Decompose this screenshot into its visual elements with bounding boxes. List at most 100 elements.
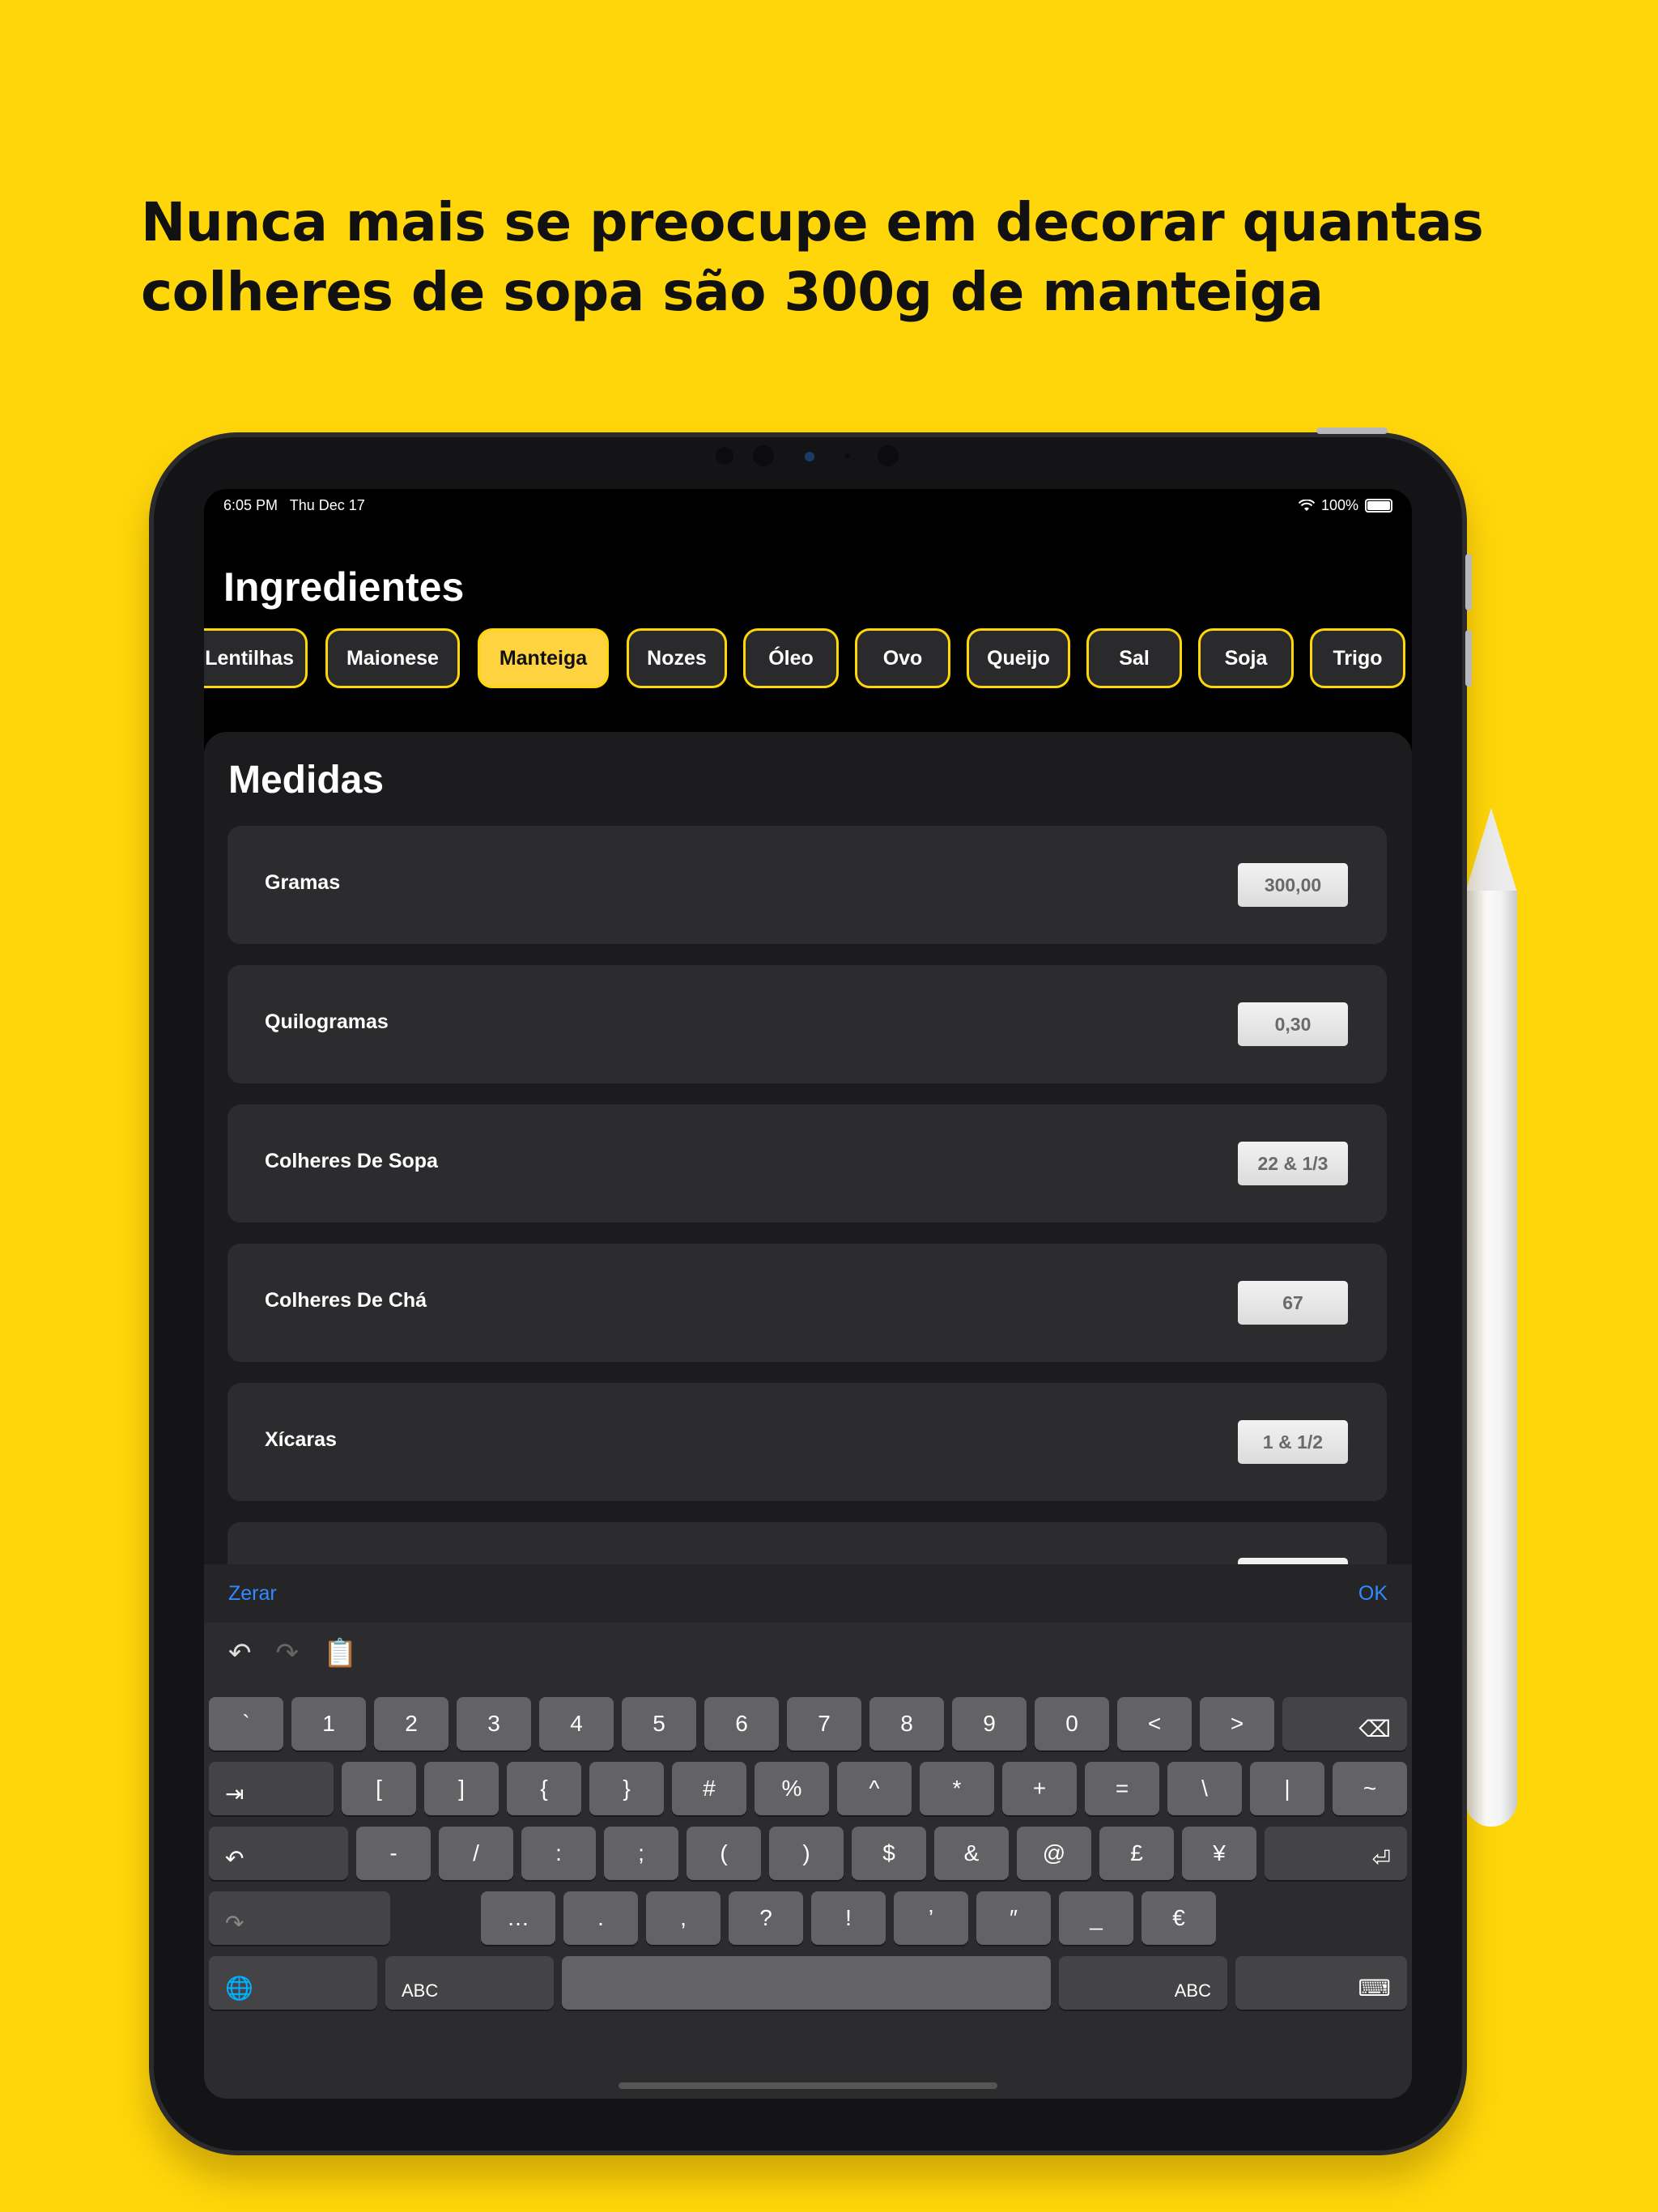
chip-nozes[interactable]: Nozes	[627, 628, 727, 688]
measure-value-field[interactable]: 67	[1238, 1281, 1348, 1325]
undo-key[interactable]: ↶	[209, 1827, 348, 1880]
abc-key-right[interactable]: ABC	[1059, 1956, 1227, 2010]
key[interactable]: )	[769, 1827, 844, 1880]
key[interactable]: ?	[729, 1891, 803, 1945]
globe-key[interactable]: 🌐	[209, 1956, 377, 2010]
key[interactable]: `	[209, 1697, 283, 1750]
key[interactable]: $	[852, 1827, 926, 1880]
measure-value-field[interactable]: 1 & 1/2	[1238, 1420, 1348, 1464]
measure-label: Colheres De Chá	[265, 1289, 427, 1312]
chip-maionese[interactable]: Maionese	[325, 628, 460, 688]
measure-row-quilogramas[interactable]: Quilogramas 0,30	[227, 965, 1387, 1083]
key[interactable]: ,	[646, 1891, 721, 1945]
key[interactable]: (	[687, 1827, 761, 1880]
chip-queijo[interactable]: Queijo	[967, 628, 1070, 688]
key[interactable]: 1	[291, 1697, 366, 1750]
key[interactable]: 9	[952, 1697, 1027, 1750]
ingredient-chips: Lentilhas Maionese Manteiga Nozes Óleo O…	[204, 628, 1412, 693]
key[interactable]: ;	[604, 1827, 678, 1880]
key[interactable]: €	[1141, 1891, 1216, 1945]
key[interactable]: +	[1002, 1762, 1077, 1815]
key[interactable]: 8	[869, 1697, 944, 1750]
measure-row-gramas[interactable]: Gramas 300,00	[227, 826, 1387, 944]
key[interactable]: …	[481, 1891, 555, 1945]
key[interactable]: <	[1117, 1697, 1192, 1750]
apple-pencil	[1465, 891, 1517, 1827]
key[interactable]: 3	[457, 1697, 531, 1750]
tab-icon: ⇥	[225, 1781, 244, 1806]
space-key[interactable]	[562, 1956, 1051, 2010]
measure-value-field[interactable]: 22 & 1/3	[1238, 1142, 1348, 1185]
status-bar: 6:05 PM Thu Dec 17 100%	[223, 496, 1392, 520]
chip-trigo[interactable]: Trigo	[1310, 628, 1405, 688]
keyboard: ↶ ↷ 📋 ` 1 2 3 4 5 6 7 8 9 0 < > ⌫ ⇥ [ ] …	[204, 1623, 1412, 2099]
key[interactable]: ″	[976, 1891, 1051, 1945]
key[interactable]: ’	[894, 1891, 968, 1945]
key[interactable]: >	[1200, 1697, 1274, 1750]
abc-key-left[interactable]: ABC	[385, 1956, 554, 2010]
key[interactable]: _	[1059, 1891, 1133, 1945]
measure-value-field[interactable]: 0,30	[1238, 1002, 1348, 1046]
key[interactable]: &	[934, 1827, 1009, 1880]
key[interactable]: ~	[1333, 1762, 1407, 1815]
volume-down-button	[1465, 630, 1472, 687]
chip-lentilhas[interactable]: Lentilhas	[204, 628, 308, 688]
key[interactable]: 5	[622, 1697, 696, 1750]
key[interactable]: 0	[1035, 1697, 1109, 1750]
undo-icon: ↶	[225, 1846, 244, 1871]
measure-row-xicaras[interactable]: Xícaras 1 & 1/2	[227, 1383, 1387, 1501]
chip-manteiga[interactable]: Manteiga	[478, 628, 609, 688]
home-indicator[interactable]	[619, 2082, 997, 2089]
reset-button[interactable]: Zerar	[228, 1582, 277, 1606]
key[interactable]: }	[589, 1762, 664, 1815]
keyboard-icon: ⌨	[1358, 1976, 1391, 2001]
key[interactable]: !	[811, 1891, 886, 1945]
key[interactable]: 2	[374, 1697, 449, 1750]
key[interactable]: %	[755, 1762, 829, 1815]
delete-key[interactable]: ⌫	[1282, 1697, 1407, 1750]
chip-soja[interactable]: Soja	[1198, 628, 1294, 688]
key[interactable]: *	[920, 1762, 994, 1815]
key[interactable]: -	[356, 1827, 431, 1880]
key[interactable]: |	[1250, 1762, 1324, 1815]
key[interactable]: :	[521, 1827, 596, 1880]
hide-keyboard-key[interactable]: ⌨	[1235, 1956, 1407, 2010]
battery-percent: 100%	[1320, 497, 1358, 513]
key[interactable]: £	[1099, 1827, 1174, 1880]
tab-key[interactable]: ⇥	[209, 1762, 334, 1815]
return-key[interactable]: ⏎	[1265, 1827, 1407, 1880]
measure-label: Colheres De Sopa	[265, 1150, 438, 1172]
measure-row-colheres-de-cha[interactable]: Colheres De Chá 67	[227, 1244, 1387, 1362]
key[interactable]: 4	[539, 1697, 614, 1750]
key[interactable]: {	[507, 1762, 581, 1815]
keyboard-shortcuts: ↶ ↷ 📋	[228, 1637, 357, 1670]
key[interactable]: ^	[837, 1762, 912, 1815]
status-date: Thu Dec 17	[289, 497, 365, 513]
key[interactable]: [	[342, 1762, 416, 1815]
key[interactable]: 7	[787, 1697, 861, 1750]
key[interactable]: =	[1085, 1762, 1159, 1815]
key[interactable]: /	[439, 1827, 513, 1880]
pencil-tip	[1465, 808, 1517, 892]
key[interactable]: .	[563, 1891, 638, 1945]
measure-row-colheres-de-sopa[interactable]: Colheres De Sopa 22 & 1/3	[227, 1104, 1387, 1223]
paste-icon[interactable]: 📋	[323, 1637, 357, 1670]
camera-icon	[805, 452, 814, 462]
key[interactable]: ¥	[1182, 1827, 1256, 1880]
keyboard-accessory-bar: Zerar OK	[204, 1564, 1412, 1623]
key[interactable]: #	[672, 1762, 746, 1815]
chip-ovo[interactable]: Ovo	[855, 628, 950, 688]
redo-icon[interactable]: ↷	[276, 1637, 300, 1670]
redo-key[interactable]: ↷	[209, 1891, 390, 1945]
undo-icon[interactable]: ↶	[228, 1637, 252, 1670]
key[interactable]: @	[1017, 1827, 1091, 1880]
key[interactable]: 6	[704, 1697, 779, 1750]
key[interactable]: \	[1167, 1762, 1242, 1815]
ok-button[interactable]: OK	[1358, 1582, 1388, 1606]
chip-sal[interactable]: Sal	[1086, 628, 1182, 688]
measure-value-field[interactable]: 300,00	[1238, 863, 1348, 907]
chip-oleo[interactable]: Óleo	[743, 628, 839, 688]
key[interactable]: ]	[424, 1762, 499, 1815]
measures-title: Medidas	[228, 759, 385, 802]
sensor-icon	[878, 445, 899, 466]
